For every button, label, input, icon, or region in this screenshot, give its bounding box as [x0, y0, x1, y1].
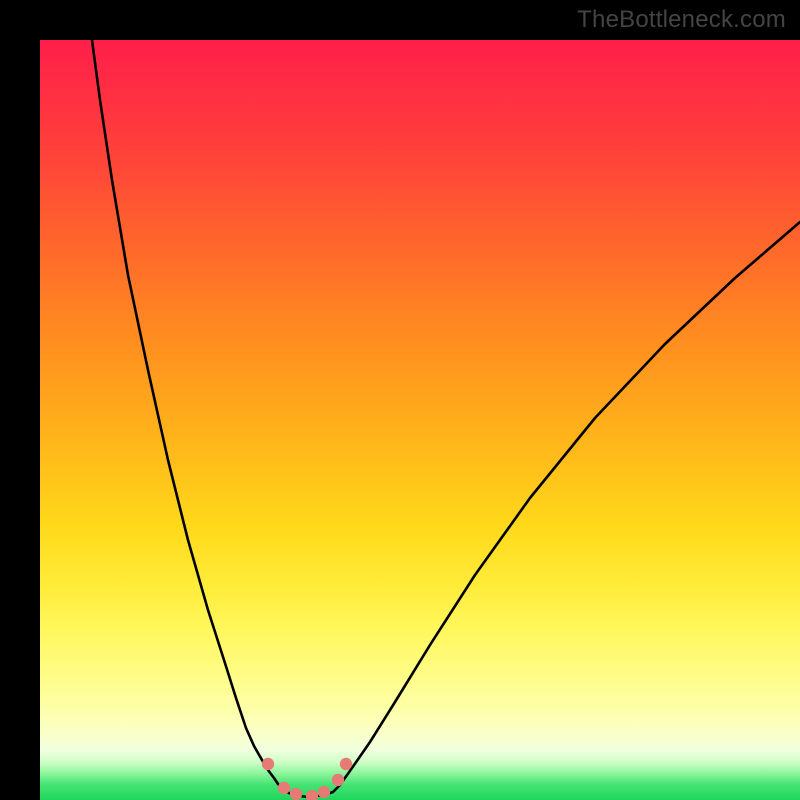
- curve-marker: [262, 758, 274, 770]
- plot-area: [40, 40, 800, 800]
- curve-marker: [278, 782, 290, 794]
- curve-marker: [290, 788, 302, 800]
- curve-path: [92, 40, 800, 797]
- curve-marker: [340, 758, 352, 770]
- watermark-text: TheBottleneck.com: [577, 6, 786, 34]
- chart-frame: TheBottleneck.com: [0, 0, 800, 800]
- curve-marker: [306, 790, 318, 800]
- curve-marker: [318, 786, 330, 798]
- curve-marker: [332, 774, 344, 786]
- bottleneck-curve: [40, 40, 800, 800]
